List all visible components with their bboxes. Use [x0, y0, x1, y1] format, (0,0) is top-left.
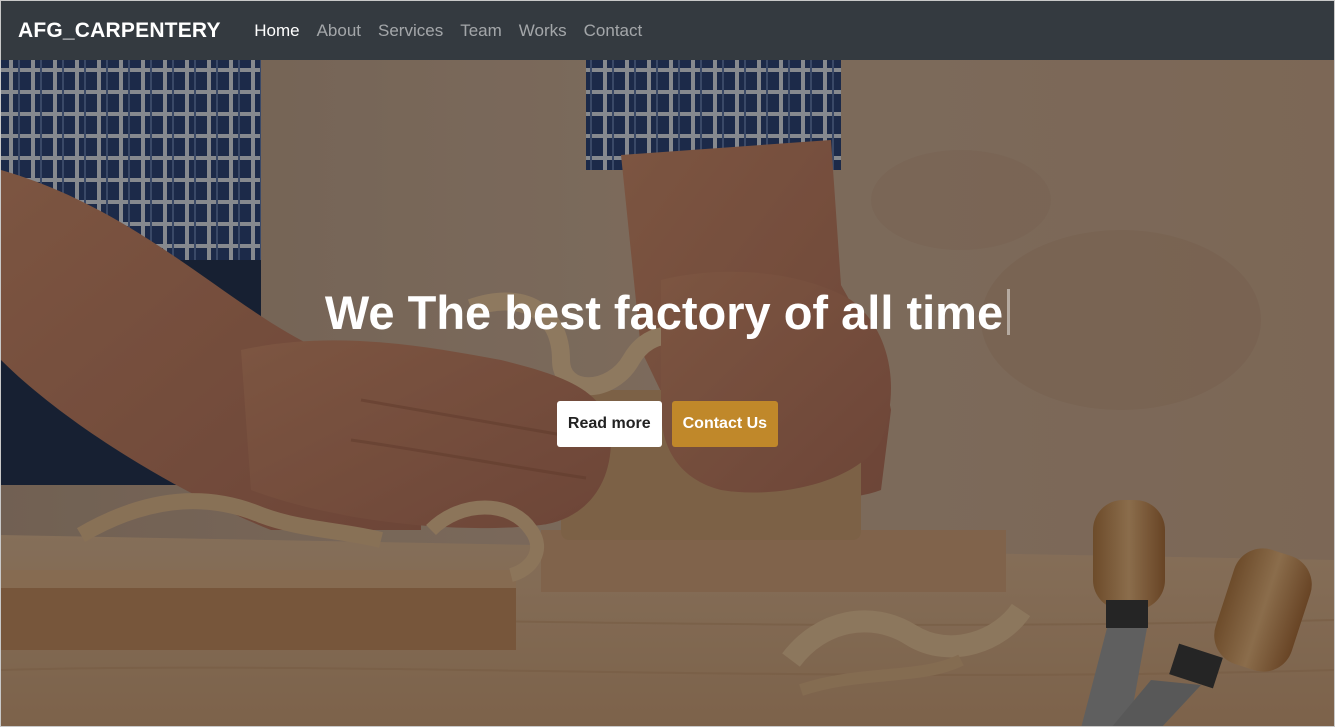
brand-logo[interactable]: AFG_CARPENTERY [18, 19, 221, 43]
nav-item-home: Home [246, 21, 308, 41]
hero-dark-overlay [1, 60, 1334, 726]
read-more-button[interactable]: Read more [556, 401, 662, 447]
nav-link-team[interactable]: Team [452, 21, 511, 41]
browser-viewport: AFG_CARPENTERY Home About Services Team … [0, 0, 1335, 727]
nav-item-about: About [308, 21, 369, 41]
contact-us-button[interactable]: Contact Us [671, 401, 779, 447]
nav-menu: Home About Services Team Works Contact [246, 21, 651, 41]
nav-link-contact[interactable]: Contact [575, 21, 651, 41]
nav-item-team: Team [452, 21, 511, 41]
top-navbar: AFG_CARPENTERY Home About Services Team … [1, 1, 1334, 60]
nav-item-services: Services [370, 21, 452, 41]
nav-item-works: Works [510, 21, 575, 41]
nav-link-services[interactable]: Services [370, 21, 452, 41]
hero-title-text: We The best factory of all time [324, 286, 1004, 339]
nav-link-about[interactable]: About [308, 21, 369, 41]
nav-link-works[interactable]: Works [510, 21, 575, 41]
hero-section: We The best factory of all time Read mor… [1, 60, 1334, 726]
hero-button-group: Read more Contact Us [1, 401, 1334, 447]
hero-heading: We The best factory of all time [1, 285, 1334, 341]
nav-item-contact: Contact [575, 21, 651, 41]
typing-cursor [1007, 289, 1011, 335]
nav-link-home[interactable]: Home [246, 21, 308, 41]
